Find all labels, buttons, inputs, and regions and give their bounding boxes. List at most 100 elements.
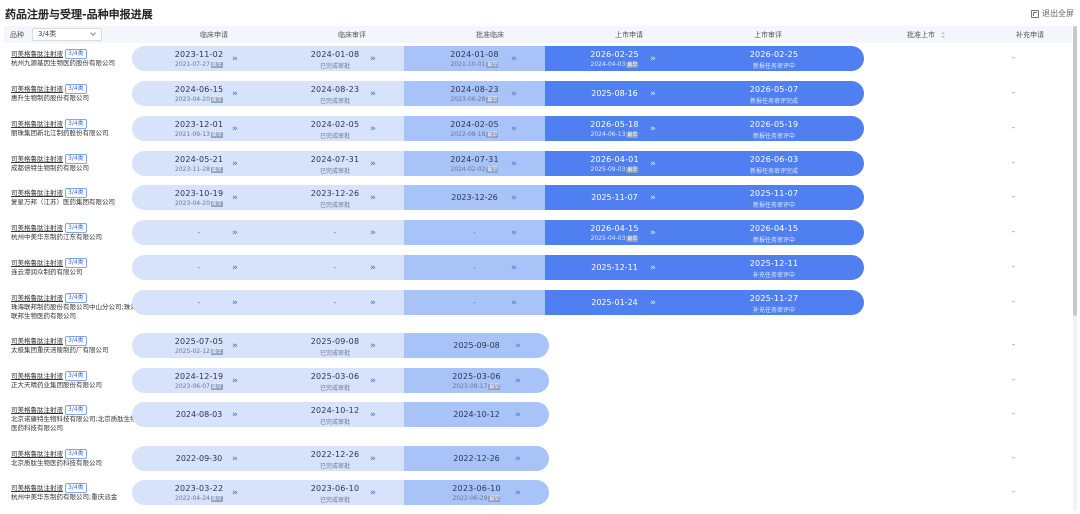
stage-segment[interactable]: -» [404,220,545,245]
table-row[interactable]: 司美格鲁肽注射液 3/4类 复星万邦（江苏）医药集团有限公司 2023-10-19 20… [4,185,1072,219]
col-market-approval[interactable]: 批准上市 [886,30,966,40]
stage-segment[interactable]: 2023-11-02 2021-07-27 最早» [132,46,266,71]
exit-fullscreen-button[interactable]: 退出全屏 [1031,8,1074,19]
stage-segment[interactable]: 2022-12-26 已完成审批 » [266,446,404,471]
table-row[interactable]: 司美格鲁肽注射液 3/4类 正大天晴药业集团股份有限公司 2024-12-19 2023… [4,368,1072,402]
stage-segment[interactable]: 2024-02-05 已完成审批 » [266,116,404,141]
stage-segment[interactable]: 2025-03-06 已完成审批 » [266,368,404,393]
table-row[interactable]: 司美格鲁肽注射液 3/4类 北京诺康特生物科技有限公司;北京质肽生物医药科技有限公司… [4,402,1072,436]
table-row[interactable]: 司美格鲁肽注射液 3/4类 杭州中美华东制药有限公司;重庆派金 2023-03-22 2… [4,480,1072,514]
drug-name-link[interactable]: 司美格鲁肽注射液 [11,484,63,492]
stage-segment[interactable]: 2024-07-31 2024-02-02 最早» [404,151,545,176]
stage-segment[interactable]: 2023-12-01 2021-09-13 最早» [132,116,266,141]
table-row[interactable]: 司美格鲁肽注射液 3/4类 北京质肽生物医药科技有限公司 2022-09-30» 202… [4,446,1072,480]
stage-segment[interactable]: 2026-04-01 2025-09-03 最早» [545,151,684,176]
progress-bar[interactable]: 2024-06-15 2023-04-20 最早» 2024-08-23 已完成审批» 2… [132,81,864,106]
table-row[interactable]: 司美格鲁肽注射液 3/4类 成都倍特生物制药有限公司 2024-05-21 2023-1… [4,151,1072,185]
drug-name-link[interactable]: 司美格鲁肽注射液 [11,450,63,458]
stage-segment[interactable]: -» [266,290,404,315]
drug-name-link[interactable]: 司美格鲁肽注射液 [11,50,63,58]
progress-bar[interactable]: 2023-10-19 2023-04-20 最早» 2023-12-26 已完成审批» 2… [132,185,864,210]
stage-segment[interactable]: 2026-04-15 2025-04-03 最早» [545,220,684,245]
stage-segment[interactable]: 2023-06-10 2022-06-29 最早» [404,480,549,505]
table-row[interactable]: 司美格鲁肽注射液 3/4类 珠海联邦制药股份有限公司中山分公司;珠海联邦生物医药有限… [4,290,1072,324]
stage-segment[interactable]: 2025-11-27 补充任务审评中 [684,290,864,315]
stage-segment[interactable]: 2023-06-10 已完成审批 » [266,480,404,505]
drug-name-link[interactable]: 司美格鲁肽注射液 [11,294,63,302]
stage-segment[interactable]: 2025-08-16 » [545,81,684,106]
stage-segment[interactable]: -» [404,255,545,280]
drug-name-link[interactable]: 司美格鲁肽注射液 [11,337,63,345]
progress-bar[interactable]: 2025-07-05 2025-02-12 最早» 2025-09-08 已完成审批» 2… [132,333,549,358]
stage-segment[interactable]: 2024-10-12 » [404,402,549,427]
stage-segment[interactable]: 2024-07-31 已完成审批 » [266,151,404,176]
stage-segment[interactable]: 2025-12-11 补充任务审评中 [684,255,864,280]
stage-segment[interactable]: 2022-09-30 » [132,446,266,471]
table-row[interactable]: 司美格鲁肽注射液 3/4类 太极集团重庆涪陵制药厂有限公司 2025-07-05 202… [4,333,1072,367]
stage-segment[interactable]: 2026-04-15 新报任务审评中 [684,220,864,245]
progress-bar[interactable]: 2024-08-03 » 2024-10-12 已完成审批 » 2024-10-12 » [132,402,549,427]
stage-segment[interactable]: 2024-01-08 2021-10-01 最早» [404,46,545,71]
stage-segment[interactable]: 2023-03-22 2022-04-24 最早» [132,480,266,505]
drug-name-link[interactable]: 司美格鲁肽注射液 [11,189,63,197]
stage-segment[interactable]: 2025-01-24 » [545,290,684,315]
table-row[interactable]: 司美格鲁肽注射液 3/4类 杭州中美华东制药江东有限公司 -» -» -» 2026-04-… [4,220,1072,254]
stage-segment[interactable]: -» [132,220,266,245]
progress-bar[interactable]: -» -» -» 2025-12-11» 2025-12-11 补充任务审评中 [132,255,864,280]
stage-segment[interactable]: 2025-11-07 » [545,185,684,210]
stage-segment[interactable]: 2024-05-21 2023-11-28 最早» [132,151,266,176]
drug-name-link[interactable]: 司美格鲁肽注射液 [11,406,63,414]
table-row[interactable]: 司美格鲁肽注射液 3/4类 惠升生物制药股份有限公司 2024-06-15 2023-0… [4,81,1072,115]
progress-bar[interactable]: 2024-05-21 2023-11-28 最早» 2024-07-31 已完成审批» 2… [132,151,864,176]
category-select[interactable]: 3/4类 [32,28,102,41]
stage-segment[interactable]: 2024-12-19 2023-06-07 最早» [132,368,266,393]
stage-segment[interactable]: 2024-08-23 已完成审批 » [266,81,404,106]
stage-segment[interactable]: 2025-09-08 已完成审批 » [266,333,404,358]
progress-bar[interactable]: 2024-12-19 2023-06-07 最早» 2025-03-06 已完成审批» 2… [132,368,549,393]
stage-segment[interactable]: 2023-10-19 2023-04-20 最早» [132,185,266,210]
table-row[interactable]: 司美格鲁肽注射液 3/4类 连云港润众制药有限公司 -» -» -» 2025-12-11»… [4,255,1072,289]
progress-bar[interactable]: -» -» -» 2026-04-15 2025-04-03 最早» 2026-04-15 新… [132,220,864,245]
stage-segment[interactable]: 2026-02-25 2024-04-03 最早» [545,46,684,71]
stage-segment[interactable]: 2026-02-25 新报任务审评中 [684,46,864,71]
drug-name-link[interactable]: 司美格鲁肽注射液 [11,155,63,163]
stage-segment[interactable]: 2024-02-05 2022-08-18 最早» [404,116,545,141]
progress-bar[interactable]: 2023-03-22 2022-04-24 最早» 2023-06-10 已完成审批» 2… [132,480,549,505]
stage-segment[interactable]: 2026-06-03 新报任务审评完成 [684,151,864,176]
drug-name-link[interactable]: 司美格鲁肽注射液 [11,224,63,232]
stage-segment[interactable]: 2025-11-07 新报任务审评中 [684,185,864,210]
stage-segment[interactable]: 2025-03-06 2023-08-17 最早» [404,368,549,393]
stage-segment[interactable]: -» [132,290,266,315]
stage-segment[interactable]: 2025-07-05 2025-02-12 最早» [132,333,266,358]
stage-segment[interactable]: -» [404,290,545,315]
stage-segment[interactable]: -» [132,255,266,280]
stage-segment[interactable]: 2025-09-08 » [404,333,549,358]
stage-segment[interactable]: 2024-06-15 2023-04-20 最早» [132,81,266,106]
drug-name-link[interactable]: 司美格鲁肽注射液 [11,372,63,380]
table-row[interactable]: 司美格鲁肽注射液 3/4类 杭州九源基因生物医药股份有限公司 2023-11-02 20… [4,46,1072,80]
stage-segment[interactable]: 2026-05-18 2024-06-13 最早» [545,116,684,141]
stage-segment[interactable]: 2023-12-26 » [404,185,545,210]
stage-segment[interactable]: 2026-05-07 新报任务审评完成 [684,81,864,106]
drug-name-link[interactable]: 司美格鲁肽注射液 [11,259,63,267]
stage-segment[interactable]: 2023-12-26 已完成审批 » [266,185,404,210]
scrollbar[interactable] [1073,26,1077,511]
progress-bar[interactable]: 2022-09-30 » 2022-12-26 已完成审批 » 2022-12-26 » [132,446,549,471]
stage-segment[interactable]: 2024-10-12 已完成审批 » [266,402,404,427]
stage-segment[interactable]: 2024-08-23 2023-06-28 最早» [404,81,545,106]
sort-icon[interactable] [941,32,945,38]
stage-segment[interactable]: 2024-01-08 已完成审批 » [266,46,404,71]
drug-name-link[interactable]: 司美格鲁肽注射液 [11,120,63,128]
table-row[interactable]: 司美格鲁肽注射液 3/4类 丽珠集团新北江制药股份有限公司 2023-12-01 202… [4,116,1072,150]
drug-name-link[interactable]: 司美格鲁肽注射液 [11,85,63,93]
stage-segment[interactable]: 2025-12-11 » [545,255,684,280]
stage-segment[interactable]: -» [266,255,404,280]
progress-bar[interactable]: -» -» -» 2025-01-24» 2025-11-27 补充任务审评中 [132,290,864,315]
stage-segment[interactable]: 2026-05-19 新报任务审评中 [684,116,864,141]
stage-segment[interactable]: 2022-12-26 » [404,446,549,471]
scroll-thumb[interactable] [1073,26,1077,316]
stage-segment[interactable]: -» [266,220,404,245]
progress-bar[interactable]: 2023-11-02 2021-07-27 最早» 2024-01-08 已完成审批» 2… [132,46,864,71]
progress-bar[interactable]: 2023-12-01 2021-09-13 最早» 2024-02-05 已完成审批» 2… [132,116,864,141]
stage-segment[interactable]: 2024-08-03 » [132,402,266,427]
